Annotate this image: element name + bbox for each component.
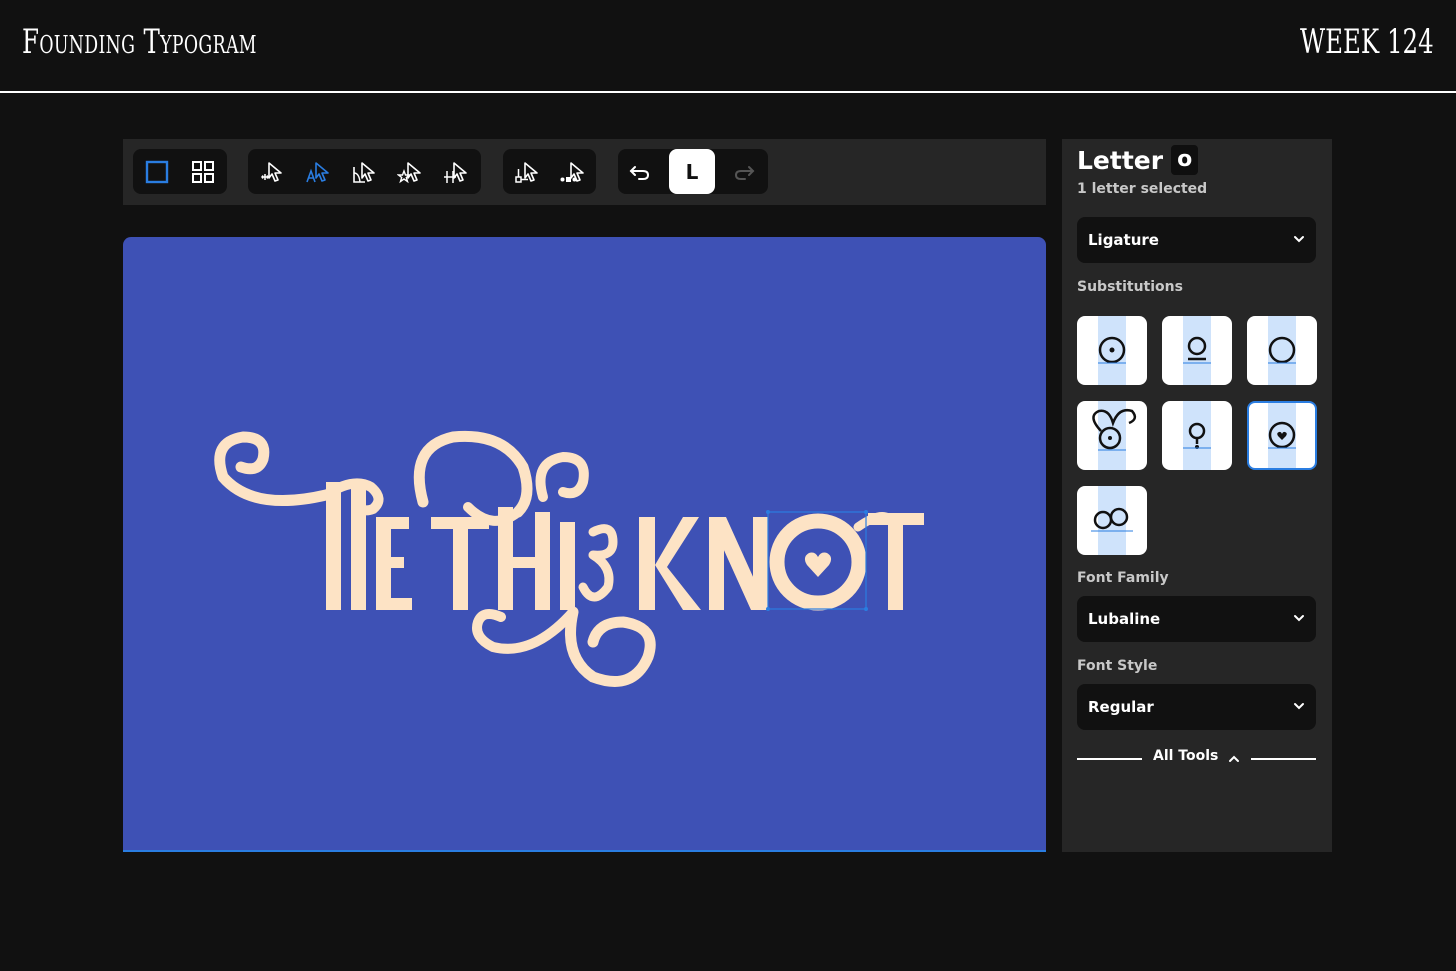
- divider-left: [1077, 758, 1142, 760]
- substitution-tile-6-selected[interactable]: [1247, 401, 1317, 470]
- panel-title-text: Letter: [1077, 145, 1164, 175]
- ligature-select[interactable]: Ligature: [1077, 217, 1316, 263]
- grid-view-button[interactable]: [181, 149, 225, 194]
- spacing-button[interactable]: [434, 149, 478, 194]
- redo-button[interactable]: [722, 149, 766, 194]
- panel-title: Letter o: [1077, 145, 1199, 175]
- ligature-select-value: Ligature: [1088, 231, 1159, 249]
- star-icon: [397, 161, 421, 183]
- history-group: L: [618, 149, 768, 194]
- chevron-down-icon: [1294, 236, 1304, 243]
- letter-tools-group: [248, 149, 481, 194]
- substitution-tile-5[interactable]: [1162, 401, 1232, 470]
- undo-icon: [629, 165, 650, 180]
- letter-panel: Letter o 1 letter selected Ligature Subs…: [1062, 139, 1332, 852]
- divider-right: [1251, 758, 1316, 760]
- substitution-tile-2[interactable]: [1162, 316, 1232, 385]
- font-style-select[interactable]: Regular: [1077, 684, 1316, 730]
- node-icon: [560, 161, 584, 182]
- letter-select-button[interactable]: [296, 149, 340, 194]
- brand-title: Founding Typogram: [22, 22, 257, 62]
- chevron-down-icon: [1294, 615, 1304, 622]
- font-family-value: Lubaline: [1088, 610, 1161, 628]
- path-tools-group: [503, 149, 596, 194]
- o-ligature-glyph-icon: [1091, 507, 1133, 532]
- substitution-tile-7[interactable]: [1077, 486, 1147, 555]
- single-view-button[interactable]: [135, 149, 179, 194]
- move-letter-icon: [261, 161, 282, 182]
- font-style-label: Font Style: [1077, 658, 1158, 674]
- o-plain-glyph-icon: [1268, 336, 1296, 364]
- o-swash-glyph-icon: [1092, 409, 1137, 451]
- editor-toolbar: L: [123, 139, 1046, 205]
- substitutions-label: Substitutions: [1077, 279, 1183, 295]
- lettering-artwork[interactable]: [123, 237, 1046, 852]
- baseline-icon: [515, 161, 538, 183]
- chevron-down-icon: [1294, 703, 1304, 710]
- substitution-tile-3[interactable]: [1247, 316, 1317, 385]
- substitution-tile-1[interactable]: [1077, 316, 1147, 385]
- star-tool-button[interactable]: [388, 149, 432, 194]
- page-header: Founding Typogram WEEK 124: [0, 0, 1456, 93]
- all-tools-toggle[interactable]: All Tools: [1077, 748, 1316, 768]
- letter-select-icon: [306, 161, 329, 182]
- o-small-dot-glyph-icon: [1183, 422, 1211, 449]
- grid-icon: [192, 160, 214, 183]
- o-underline-glyph-icon: [1183, 336, 1211, 364]
- move-letter-button[interactable]: [250, 149, 294, 194]
- o-dot-glyph-icon: [1098, 336, 1126, 364]
- chevron-up-icon: [1229, 755, 1239, 762]
- baseline-button[interactable]: [505, 149, 549, 194]
- square-frame-icon: [145, 160, 169, 183]
- font-family-select[interactable]: Lubaline: [1077, 596, 1316, 642]
- node-button[interactable]: [551, 149, 595, 194]
- selected-letter-chip: o: [1171, 145, 1199, 175]
- o-heart-glyph-icon: [1268, 421, 1296, 449]
- font-style-value: Regular: [1088, 698, 1154, 716]
- selection-count: 1 letter selected: [1077, 181, 1208, 197]
- font-family-label: Font Family: [1077, 570, 1169, 586]
- spacing-icon: [444, 161, 467, 183]
- rotate-icon: [353, 161, 375, 183]
- rotate-button[interactable]: [342, 149, 386, 194]
- redo-icon: [734, 165, 755, 180]
- current-tool-button[interactable]: L: [669, 149, 715, 194]
- view-mode-group: [133, 149, 227, 194]
- design-canvas[interactable]: [123, 237, 1046, 852]
- substitution-tile-4[interactable]: [1077, 401, 1147, 470]
- all-tools-label: All Tools: [1153, 748, 1219, 764]
- week-label: WEEK 124: [1300, 22, 1434, 62]
- undo-button[interactable]: [618, 149, 662, 194]
